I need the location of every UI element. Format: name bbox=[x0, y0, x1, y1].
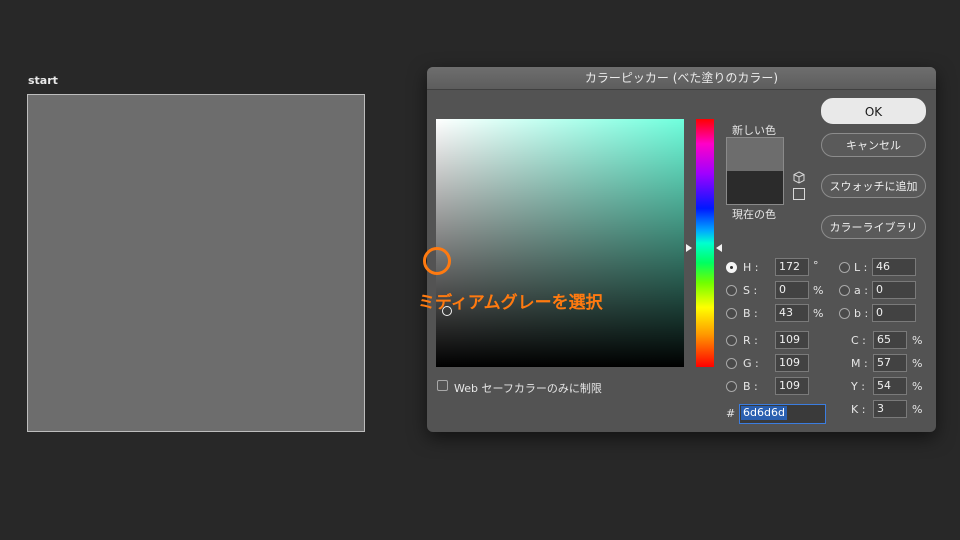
document-canvas[interactable] bbox=[27, 94, 365, 432]
radio-red[interactable] bbox=[726, 335, 737, 346]
brightness-label: B : bbox=[743, 307, 758, 320]
brightness-input[interactable]: 43 bbox=[775, 304, 809, 322]
radio-b-channel[interactable] bbox=[839, 308, 850, 319]
green-input[interactable]: 109 bbox=[775, 354, 809, 372]
color-libraries-button[interactable]: カラーライブラリ bbox=[821, 215, 926, 239]
annotation-highlight-circle bbox=[423, 247, 451, 275]
saturation-input[interactable]: 0 bbox=[775, 281, 809, 299]
yellow-input[interactable]: 54 bbox=[873, 377, 907, 395]
black-label: K : bbox=[851, 403, 866, 416]
hue-slider-handle-left[interactable] bbox=[686, 244, 692, 252]
new-color-label: 新しい色 bbox=[732, 124, 776, 137]
radio-saturation[interactable] bbox=[726, 285, 737, 296]
yellow-unit: % bbox=[912, 380, 923, 393]
saturation-label: S : bbox=[743, 284, 758, 297]
radio-blue[interactable] bbox=[726, 381, 737, 392]
black-unit: % bbox=[912, 403, 923, 416]
hue-input[interactable]: 172 bbox=[775, 258, 809, 276]
current-color-label: 現在の色 bbox=[732, 208, 776, 221]
color-picker-dialog: カラーピッカー (べた塗りのカラー) 新しい色 現在の色 OK キャンセル スウ… bbox=[427, 67, 936, 432]
magenta-unit: % bbox=[912, 357, 923, 370]
a-channel-input[interactable]: 0 bbox=[872, 281, 916, 299]
a-channel-label: a : bbox=[854, 284, 868, 297]
hue-label: H : bbox=[743, 261, 759, 274]
current-color-swatch[interactable] bbox=[726, 171, 784, 205]
radio-lightness[interactable] bbox=[839, 262, 850, 273]
blue-label: B : bbox=[743, 380, 758, 393]
black-input[interactable]: 3 bbox=[873, 400, 907, 418]
brightness-unit: % bbox=[813, 307, 824, 320]
magenta-input[interactable]: 57 bbox=[873, 354, 907, 372]
cyan-unit: % bbox=[912, 334, 923, 347]
web-safe-checkbox[interactable] bbox=[437, 380, 448, 391]
radio-a-channel[interactable] bbox=[839, 285, 850, 296]
red-input[interactable]: 109 bbox=[775, 331, 809, 349]
hex-label: # bbox=[726, 407, 736, 420]
ok-button[interactable]: OK bbox=[821, 98, 926, 124]
cyan-input[interactable]: 65 bbox=[873, 331, 907, 349]
cancel-button[interactable]: キャンセル bbox=[821, 133, 926, 157]
radio-brightness[interactable] bbox=[726, 308, 737, 319]
web-safe-label: Web セーフカラーのみに制限 bbox=[454, 382, 602, 395]
dialog-title[interactable]: カラーピッカー (べた塗りのカラー) bbox=[427, 67, 936, 90]
red-label: R : bbox=[743, 334, 758, 347]
radio-hue[interactable] bbox=[726, 262, 737, 273]
lightness-label: L : bbox=[854, 261, 868, 274]
out-of-gamut-cube-icon[interactable] bbox=[793, 171, 805, 184]
magenta-label: M : bbox=[851, 357, 868, 370]
hex-value: 6d6d6d bbox=[741, 406, 787, 420]
hue-slider[interactable] bbox=[696, 119, 714, 367]
hue-unit: ° bbox=[813, 259, 819, 272]
saturation-unit: % bbox=[813, 284, 824, 297]
add-to-swatches-button[interactable]: スウォッチに追加 bbox=[821, 174, 926, 198]
canvas-label: start bbox=[28, 74, 58, 87]
new-color-swatch bbox=[726, 137, 784, 172]
blue-input[interactable]: 109 bbox=[775, 377, 809, 395]
b-channel-input[interactable]: 0 bbox=[872, 304, 916, 322]
b-channel-label: b : bbox=[854, 307, 869, 320]
annotation-text: ミディアムグレーを選択 bbox=[418, 293, 603, 313]
radio-green[interactable] bbox=[726, 358, 737, 369]
color-field[interactable] bbox=[436, 119, 684, 367]
green-label: G : bbox=[743, 357, 759, 370]
lightness-input[interactable]: 46 bbox=[872, 258, 916, 276]
web-safe-warning-icon[interactable] bbox=[793, 188, 805, 200]
yellow-label: Y : bbox=[851, 380, 865, 393]
hue-slider-handle-right[interactable] bbox=[716, 244, 722, 252]
hex-input[interactable]: 6d6d6d bbox=[739, 404, 826, 424]
cyan-label: C : bbox=[851, 334, 866, 347]
